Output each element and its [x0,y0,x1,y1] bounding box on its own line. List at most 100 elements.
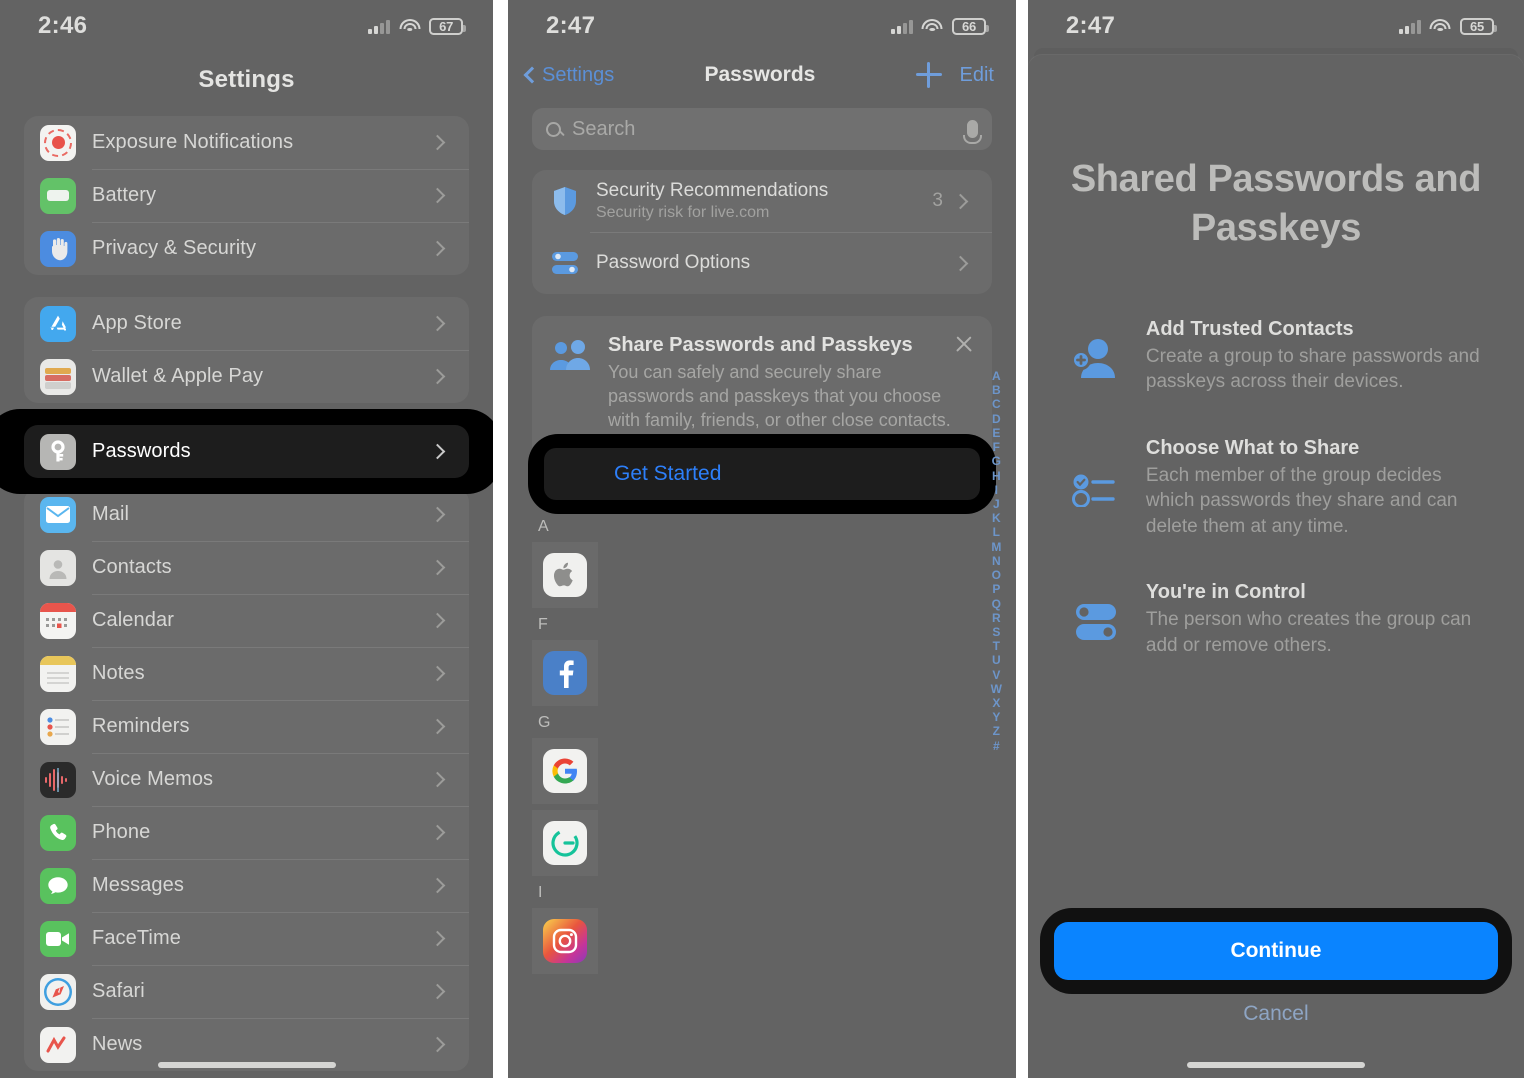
row-label: App Store [92,312,182,334]
get-started-highlight-callout: Get Started [527,434,996,515]
home-indicator [157,1062,336,1068]
sidebar-item-messages[interactable]: Messages [24,859,470,912]
row-label: Battery [92,184,157,206]
sidebar-item-phone[interactable]: Phone [24,806,470,859]
continue-button[interactable]: Continue [1053,922,1498,980]
sidebar-item-exposure-notifications[interactable]: Exposure Notifications [24,116,469,169]
section-header-f: F [537,616,548,634]
list-item[interactable] [531,542,598,609]
index-letter[interactable]: L [993,526,1000,539]
sidebar-item-reminders[interactable]: Reminders [24,700,470,753]
index-letter[interactable]: U [992,654,1001,667]
add-password-button[interactable] [915,62,942,88]
mail-icon [40,496,76,533]
index-letter[interactable]: G [992,455,1001,468]
index-letter[interactable]: J [993,498,1000,511]
index-letter[interactable]: Q [992,597,1001,611]
chevron-right-icon [429,506,446,523]
panel-divider-2 [1015,0,1028,1078]
microphone-icon[interactable] [962,120,982,144]
row-label: Privacy & Security [92,237,257,259]
index-letter[interactable]: M [991,540,1001,554]
sidebar-item-battery[interactable]: Battery [24,169,470,222]
index-letter[interactable]: R [992,611,1001,625]
index-letter[interactable]: F [993,441,1000,454]
sidebar-item-app-store[interactable]: App Store [24,297,469,350]
index-letter[interactable]: C [992,398,1001,411]
list-item[interactable] [531,810,598,877]
sidebar-item-notes[interactable]: Notes [24,647,470,700]
battery-icon: 67 [429,17,467,35]
promo-description: You can safely and securely share passwo… [607,362,951,430]
status-time: 2:47 [1065,12,1116,39]
sidebar-item-contacts[interactable]: Contacts [24,541,470,594]
sidebar-item-safari[interactable]: Safari [24,965,470,1018]
feature-description: Each member of the group decides which p… [1145,464,1458,537]
password-options-card: Security Recommendations Security risk f… [531,170,992,294]
search-icon [545,121,561,137]
sidebar-item-voice-memos[interactable]: Voice Memos [24,753,470,806]
chevron-right-icon [429,443,446,460]
index-letter[interactable]: E [992,427,1000,440]
index-letter[interactable]: H [992,469,1001,483]
safari-icon [40,973,76,1010]
chevron-right-icon [429,877,446,894]
sidebar-item-mail[interactable]: Mail [24,488,469,541]
voice-memos-icon [40,761,76,798]
page-title: Settings [198,66,295,93]
index-letter[interactable]: T [993,640,1000,653]
alphabet-index[interactable]: A B C D E F G H I J K L M N O P Q R S T … [991,370,1002,752]
index-letter[interactable]: Z [993,725,1000,738]
index-letter[interactable]: I [995,484,998,497]
list-item[interactable] [531,640,598,707]
wifi-icon [1429,18,1451,34]
battery-level: 67 [439,18,454,34]
checklist-icon [1068,437,1124,539]
row-title: Password Options [595,252,751,273]
close-icon[interactable] [954,334,974,354]
index-letter[interactable]: # [993,739,1000,753]
cellular-bars-icon [1398,19,1421,34]
status-bar: 2:47 66 [508,0,1016,52]
index-letter[interactable]: V [992,668,1000,682]
chevron-right-icon [429,134,446,151]
chevron-right-icon [429,612,446,629]
three-panel-screenshot: 2:46 67 Settings Exposure Notifications … [0,0,1524,1078]
status-time: 2:46 [38,12,88,39]
index-letter[interactable]: D [992,412,1001,426]
apple-icon [542,553,587,598]
index-letter[interactable]: W [991,683,1002,696]
get-started-label: Get Started [613,462,722,486]
index-letter[interactable]: A [992,370,1001,383]
sidebar-item-facetime[interactable]: FaceTime [24,912,470,965]
passwords-row[interactable]: Passwords [24,425,469,478]
index-letter[interactable]: O [992,569,1001,582]
sidebar-item-wallet[interactable]: Wallet & Apple Pay [24,350,470,403]
list-item[interactable] [531,908,598,975]
index-letter[interactable]: S [992,626,1000,639]
wifi-icon [399,18,421,34]
passwords-key-icon [40,433,76,470]
index-letter[interactable]: B [992,384,1001,397]
chevron-right-icon [952,193,969,209]
index-letter[interactable]: N [992,555,1001,568]
sidebar-item-privacy-security[interactable]: Privacy & Security [24,222,470,275]
list-item[interactable] [531,738,598,805]
edit-button[interactable]: Edit [960,64,994,87]
cancel-button[interactable]: Cancel [1028,1002,1524,1026]
index-letter[interactable]: P [992,583,1000,596]
status-bar: 2:46 67 [0,0,493,52]
row-title: Security Recommendations [595,180,829,201]
index-letter[interactable]: K [992,512,1001,525]
search-input[interactable]: Search [531,108,992,150]
get-started-button[interactable]: Get Started [543,448,980,501]
back-button[interactable]: Settings [523,64,614,87]
sidebar-item-calendar[interactable]: Calendar [24,594,470,647]
feature-description: The person who creates the group can add… [1145,609,1472,656]
index-letter[interactable]: X [992,697,1000,710]
password-options-row[interactable]: Password Options [532,232,992,294]
sidebar-item-passwords[interactable]: Passwords [24,425,470,478]
security-recommendations-row[interactable]: Security Recommendations Security risk f… [532,170,992,232]
index-letter[interactable]: Y [992,711,1000,724]
cellular-bars-icon [368,19,391,34]
